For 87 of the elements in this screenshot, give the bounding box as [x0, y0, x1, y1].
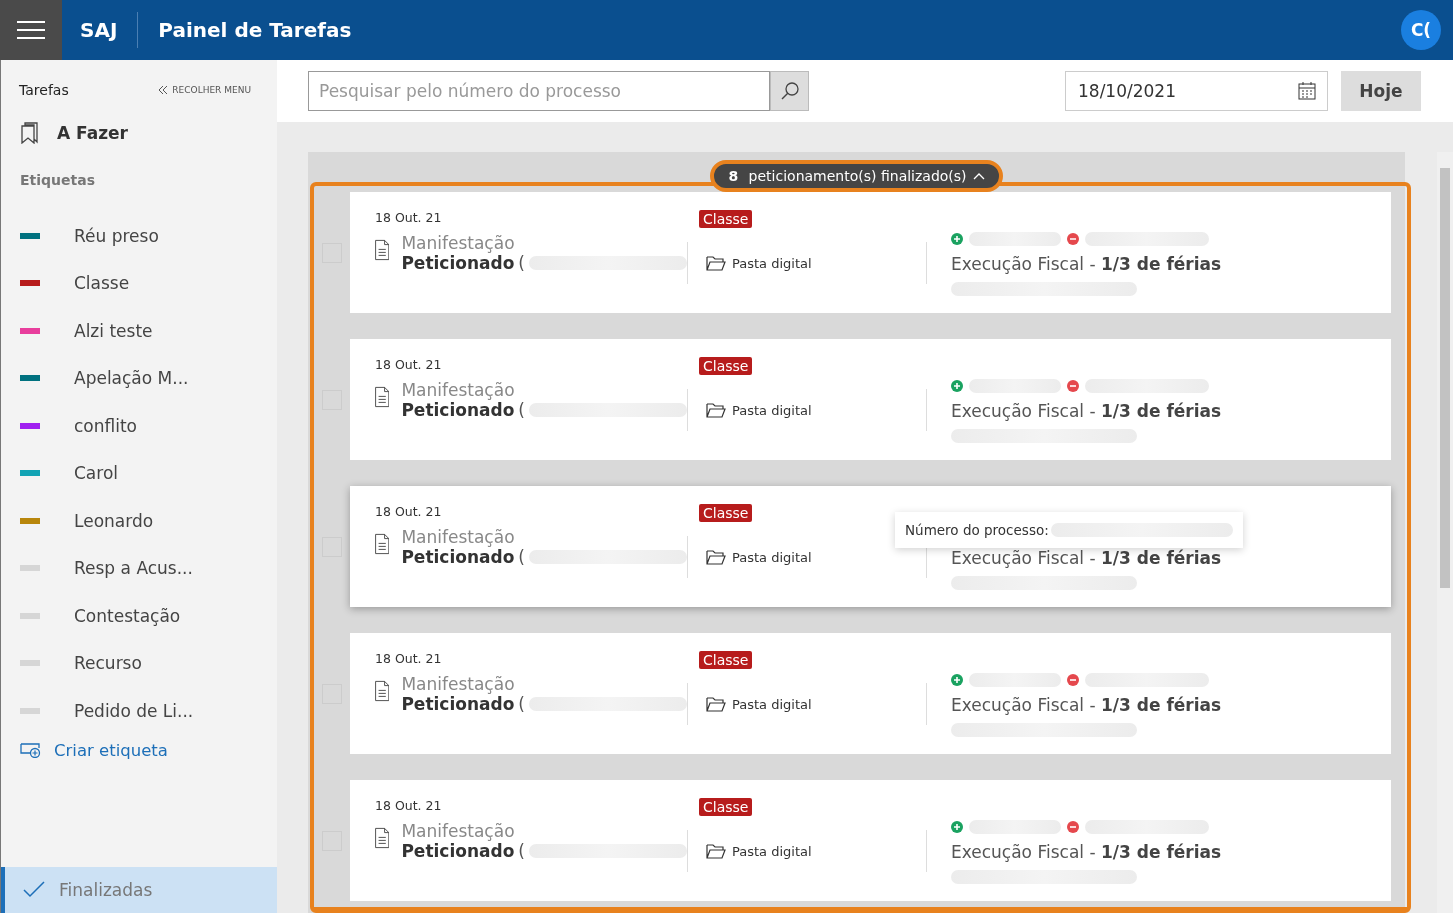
digital-folder-link[interactable]: Pasta digital [687, 389, 927, 431]
tag-label: Classe [699, 798, 753, 816]
tag-item[interactable]: Resp a Acus... [1, 544, 277, 592]
document-type: Manifestação [401, 821, 516, 841]
search-field[interactable]: Pesquisar pelo número do processo [308, 71, 770, 111]
page-title: Painel de Tarefas [158, 18, 353, 42]
tag-item[interactable]: Carol [1, 449, 277, 497]
tag-item[interactable]: Recurso [1, 639, 277, 687]
add-tag-icon [20, 742, 42, 758]
plus-circle-icon [951, 821, 963, 833]
tag-label: Classe [699, 651, 753, 669]
digital-folder-link[interactable]: Pasta digital [687, 242, 927, 284]
task-card[interactable]: 18 Out. 21 Manifestação Peticionado ( Classe Pasta digital Execução Fiscal - 1/3 de férias [350, 633, 1391, 754]
today-button[interactable]: Hoje [1341, 71, 1421, 111]
calendar-icon [1298, 82, 1316, 100]
scrollbar[interactable] [1437, 152, 1453, 913]
folder-icon [706, 255, 726, 271]
paren-text: ( [518, 547, 525, 567]
tag-item[interactable]: Leonardo [1, 497, 277, 545]
plus-circle-icon [951, 380, 963, 392]
document-type: Manifestação [401, 674, 516, 694]
task-card[interactable]: 18 Out. 21 Manifestação Peticionado ( Classe Pasta digital Execução Fiscal - 1/3 de férias Número do processo: [350, 486, 1391, 607]
sidebar-heading: Tarefas [19, 82, 69, 98]
tag-item[interactable]: Pedido de Li... [1, 687, 277, 735]
tooltip-text: Número do processo: [905, 522, 1049, 538]
plus-circle-icon [951, 233, 963, 245]
menu-button[interactable] [0, 0, 62, 60]
checkmark-icon [23, 881, 45, 899]
search-button[interactable] [770, 71, 809, 111]
todo-item[interactable]: A Fazer [1, 98, 277, 144]
minus-circle-icon [1067, 674, 1079, 686]
tag-label: Classe [699, 357, 753, 375]
subject-text: Execução Fiscal - 1/3 de férias [951, 254, 1222, 274]
tags-heading: Etiquetas [19, 171, 96, 190]
minus-circle-icon [1067, 821, 1079, 833]
task-card[interactable]: 18 Out. 21 Manifestação Peticionado ( Classe Pasta digital Execução Fiscal - 1/3 de férias [350, 780, 1391, 901]
tag-item[interactable]: Alzi teste [1, 307, 277, 355]
document-status: Peticionado [401, 400, 515, 420]
card-date: 18 Out. 21 [375, 504, 443, 519]
plus-circle-icon [951, 674, 963, 686]
task-card[interactable]: 18 Out. 21 Manifestação Peticionado ( Classe Pasta digital Execução Fiscal - 1/3 de férias [350, 192, 1391, 313]
card-date: 18 Out. 21 [375, 798, 443, 813]
folder-icon [706, 696, 726, 712]
document-type: Manifestação [401, 527, 516, 547]
digital-folder-link[interactable]: Pasta digital [687, 683, 927, 725]
create-tag-link[interactable]: Criar etiqueta [1, 734, 277, 766]
date-field[interactable]: 18/10/2021 [1065, 71, 1328, 111]
document-status: Peticionado [401, 547, 515, 567]
tag-label: Classe [699, 210, 753, 228]
task-card[interactable]: 18 Out. 21 Manifestação Peticionado ( Classe Pasta digital Execução Fiscal - 1/3 de férias [350, 339, 1391, 460]
document-type: Manifestação [401, 380, 516, 400]
paren-text: ( [518, 841, 525, 861]
group-toggle-button[interactable]: 8 peticionamento(s) finalizado(s) [710, 160, 1003, 192]
card-date: 18 Out. 21 [375, 651, 443, 666]
paren-text: ( [518, 253, 525, 273]
document-type: Manifestação [401, 233, 516, 253]
digital-folder-link[interactable]: Pasta digital [687, 830, 927, 872]
bookmark-icon [21, 122, 39, 144]
double-chevron-icon [158, 85, 169, 95]
tag-item[interactable]: conflito [1, 402, 277, 450]
folder-icon [706, 402, 726, 418]
chevron-icon [972, 172, 985, 180]
card-date: 18 Out. 21 [375, 210, 443, 225]
folder-icon [706, 843, 726, 859]
folder-icon [706, 549, 726, 565]
tag-item[interactable]: Contestação [1, 592, 277, 640]
user-avatar[interactable]: C( [1401, 10, 1441, 50]
tag-item[interactable]: Apelação M... [1, 354, 277, 402]
tag-item[interactable]: Classe [1, 259, 277, 307]
collapse-menu-button[interactable]: RECOLHER MENU [158, 85, 251, 95]
card-date: 18 Out. 21 [375, 357, 443, 372]
subject-text: Execução Fiscal - 1/3 de férias [951, 548, 1222, 568]
document-status: Peticionado [401, 253, 515, 273]
subject-text: Execução Fiscal - 1/3 de férias [951, 695, 1222, 715]
minus-circle-icon [1067, 233, 1079, 245]
document-status: Peticionado [401, 841, 515, 861]
tag-item[interactable]: Réu preso [1, 212, 277, 260]
brand-name: SAJ [62, 12, 139, 48]
paren-text: ( [518, 400, 525, 420]
search-icon [779, 81, 800, 101]
tag-label: Classe [699, 504, 753, 522]
minus-circle-icon [1067, 380, 1079, 392]
subject-text: Execução Fiscal - 1/3 de férias [951, 842, 1222, 862]
paren-text: ( [518, 694, 525, 714]
menu-icon [17, 21, 45, 39]
document-status: Peticionado [401, 694, 515, 714]
subject-text: Execução Fiscal - 1/3 de férias [951, 401, 1222, 421]
